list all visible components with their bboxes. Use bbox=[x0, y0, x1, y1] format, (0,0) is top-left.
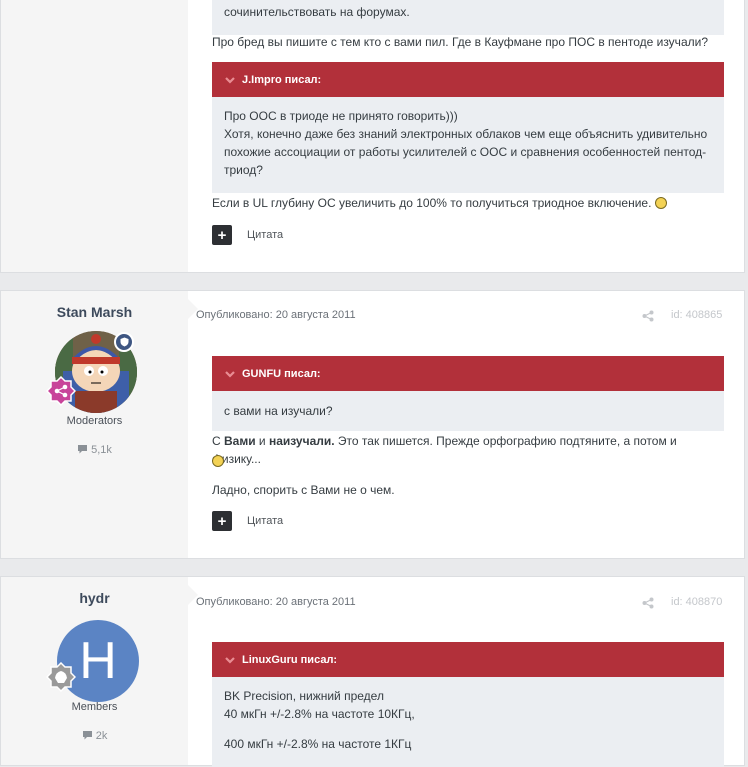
reply-bold-2: наизучали. bbox=[268, 434, 335, 448]
comment-icon bbox=[78, 445, 88, 454]
reply-prefix: С bbox=[212, 434, 224, 448]
shield-glyph bbox=[120, 337, 128, 347]
post-3-content: Опубликовано: 20 августа 2011 id: 408870… bbox=[196, 577, 724, 767]
reputation-count: 2k bbox=[1, 730, 188, 742]
comment-icon bbox=[82, 731, 92, 740]
post-3: hydr H Members 2k Опубликовано: 20 авгус… bbox=[0, 576, 745, 767]
post-1-quote-line: Про ООС в триоде не принято говорить))) bbox=[224, 109, 458, 123]
rank-badge-icon bbox=[45, 661, 77, 693]
post-3-quote-author: LinuxGuru писал: bbox=[242, 653, 338, 666]
post-1-after-quote: Если в UL глубину ОС увеличить до 100% т… bbox=[212, 194, 724, 212]
post-3-quote-line bbox=[224, 723, 712, 735]
quote-link[interactable]: Цитата bbox=[247, 515, 283, 527]
post-3-quote-line: BK Precision, нижний предел bbox=[224, 689, 384, 703]
post-3-quote-header[interactable]: LinuxGuru писал: bbox=[212, 642, 724, 677]
rank-badge-shape bbox=[45, 661, 77, 693]
author-group: Moderators bbox=[66, 415, 123, 427]
post-2: Stan Marsh Moderators 5,1k Опубликовано:… bbox=[0, 290, 745, 559]
reply-mid: и bbox=[255, 434, 269, 448]
chevron-down-icon bbox=[225, 76, 235, 84]
post-date[interactable]: Опубликовано: 20 августа 2011 bbox=[196, 596, 356, 608]
multiquote-plus-button[interactable]: + bbox=[212, 225, 232, 245]
smiley-icon bbox=[212, 455, 224, 467]
post-1-quote-line: триод? bbox=[224, 163, 263, 177]
post-1-after-quote-text: Если в UL глубину ОС увеличить до 100% т… bbox=[212, 196, 652, 210]
share-icon[interactable] bbox=[642, 310, 654, 322]
post-date[interactable]: Опубликовано: 20 августа 2011 bbox=[196, 309, 356, 321]
smiley-icon bbox=[654, 197, 667, 209]
post-2-author-panel: Stan Marsh Moderators 5,1k bbox=[1, 291, 188, 558]
rank-badge-icon bbox=[45, 375, 77, 407]
shield-icon bbox=[114, 332, 134, 352]
post-1-quote-header[interactable]: J.Impro писал: bbox=[212, 62, 724, 97]
post-1-author-panel bbox=[1, 0, 188, 272]
rank-badge-shape bbox=[45, 375, 77, 407]
multiquote-plus-button[interactable]: + bbox=[212, 511, 232, 531]
post-id[interactable]: id: 408865 bbox=[671, 309, 722, 321]
post-1-quote-author: J.Impro писал: bbox=[242, 73, 322, 86]
post-1-content: сочинительствовать на форумах. Про бред … bbox=[212, 0, 724, 272]
post-2-smiley-line bbox=[212, 452, 724, 470]
post-1-quote-tail: сочинительствовать на форумах. bbox=[212, 0, 724, 35]
post-1-quote-line: похожие ассоциации от работы усилителей … bbox=[224, 145, 707, 159]
post-1-quote-body: Про ООС в триоде не принято говорить))) … bbox=[212, 97, 724, 193]
avatar-letter: H bbox=[79, 632, 117, 690]
post-2-quote-body: с вами на изучали? bbox=[212, 391, 724, 431]
post-2-quote-header[interactable]: GUNFU писал: bbox=[212, 356, 724, 391]
share-icon[interactable] bbox=[642, 597, 654, 609]
post-1-reply-line: Про бред вы пишите с тем кто с вами пил.… bbox=[212, 35, 708, 49]
post-2-quote-author: GUNFU писал: bbox=[242, 367, 321, 380]
reputation-value: 5,1k bbox=[91, 444, 112, 456]
post-id[interactable]: id: 408870 bbox=[671, 596, 722, 608]
post-1-quote-tail-text: сочинительствовать на форумах. bbox=[224, 5, 410, 19]
author-group: Members bbox=[71, 701, 118, 713]
post-1: сочинительствовать на форумах. Про бред … bbox=[0, 0, 745, 273]
post-3-quote-line: 40 мкГн +/-2.8% на частоте 10КГц, bbox=[224, 707, 415, 721]
reputation-count: 5,1k bbox=[1, 444, 188, 456]
quote-link[interactable]: Цитата bbox=[247, 229, 283, 241]
author-name[interactable]: hydr bbox=[1, 590, 188, 606]
post-3-quote-line: 400 мкГн +/-2.8% на частоте 1КГц bbox=[224, 737, 412, 751]
chevron-down-icon bbox=[225, 656, 235, 664]
chevron-down-icon bbox=[225, 370, 235, 378]
post-3-quote-body: BK Precision, нижний предел 40 мкГн +/-2… bbox=[212, 677, 724, 767]
post-2-quote-text: с вами на изучали? bbox=[224, 404, 333, 418]
post-2-content: Опубликовано: 20 августа 2011 id: 408865… bbox=[196, 291, 724, 558]
post-2-second-line: Ладно, спорить с Вами не о чем. bbox=[212, 483, 395, 497]
post-1-quote-line: Хотя, конечно даже без знаний электронны… bbox=[224, 127, 708, 141]
author-name[interactable]: Stan Marsh bbox=[1, 304, 188, 320]
reply-bold-1: Вами bbox=[224, 434, 256, 448]
post-3-author-panel: hydr H Members 2k bbox=[1, 577, 188, 765]
reputation-value: 2k bbox=[95, 730, 108, 742]
